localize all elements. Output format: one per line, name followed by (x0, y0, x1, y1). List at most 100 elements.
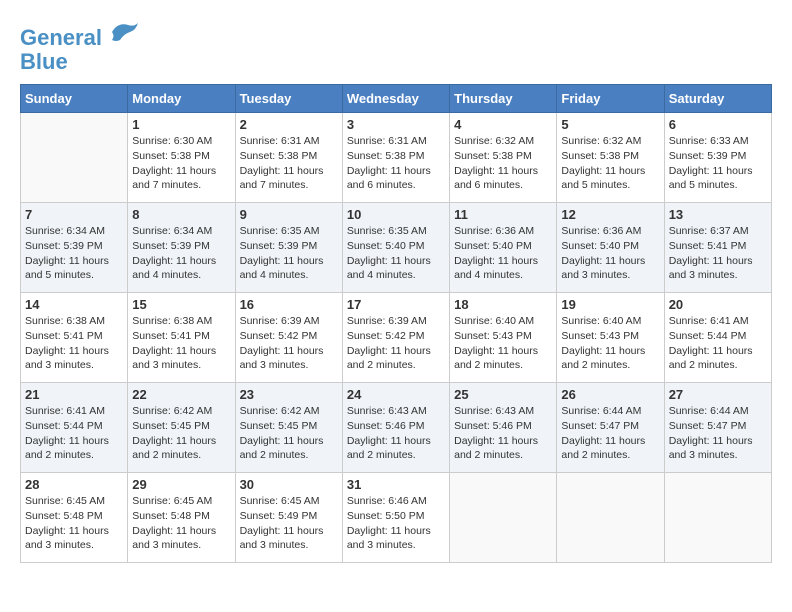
day-info: Sunrise: 6:46 AMSunset: 5:50 PMDaylight:… (347, 494, 445, 553)
calendar-cell: 14 Sunrise: 6:38 AMSunset: 5:41 PMDayligh… (21, 293, 128, 383)
weekday-header-friday: Friday (557, 85, 664, 113)
calendar-cell (450, 473, 557, 563)
calendar-week-1: 1 Sunrise: 6:30 AMSunset: 5:38 PMDaylight… (21, 113, 772, 203)
day-number: 1 (132, 117, 230, 132)
day-info: Sunrise: 6:38 AMSunset: 5:41 PMDaylight:… (25, 314, 123, 373)
day-number: 22 (132, 387, 230, 402)
weekday-header-row: SundayMondayTuesdayWednesdayThursdayFrid… (21, 85, 772, 113)
calendar-cell: 2 Sunrise: 6:31 AMSunset: 5:38 PMDaylight… (235, 113, 342, 203)
calendar-cell: 15 Sunrise: 6:38 AMSunset: 5:41 PMDayligh… (128, 293, 235, 383)
weekday-header-monday: Monday (128, 85, 235, 113)
calendar-cell: 7 Sunrise: 6:34 AMSunset: 5:39 PMDaylight… (21, 203, 128, 293)
day-number: 30 (240, 477, 338, 492)
day-info: Sunrise: 6:40 AMSunset: 5:43 PMDaylight:… (561, 314, 659, 373)
day-number: 8 (132, 207, 230, 222)
day-number: 26 (561, 387, 659, 402)
calendar-cell: 4 Sunrise: 6:32 AMSunset: 5:38 PMDaylight… (450, 113, 557, 203)
calendar-cell: 6 Sunrise: 6:33 AMSunset: 5:39 PMDaylight… (664, 113, 771, 203)
calendar-cell: 18Sunrise: 6:40 AMSunset: 5:43 PMDayligh… (450, 293, 557, 383)
calendar-cell (557, 473, 664, 563)
day-info: Sunrise: 6:45 AMSunset: 5:49 PMDaylight:… (240, 494, 338, 553)
day-info: Sunrise: 6:41 AMSunset: 5:44 PMDaylight:… (669, 314, 767, 373)
day-info: Sunrise: 6:43 AMSunset: 5:46 PMDaylight:… (454, 404, 552, 463)
day-info: Sunrise: 6:45 AMSunset: 5:48 PMDaylight:… (25, 494, 123, 553)
day-number: 31 (347, 477, 445, 492)
calendar-week-3: 14 Sunrise: 6:38 AMSunset: 5:41 PMDayligh… (21, 293, 772, 383)
weekday-header-thursday: Thursday (450, 85, 557, 113)
calendar-cell: 19 Sunrise: 6:40 AMSunset: 5:43 PMDayligh… (557, 293, 664, 383)
day-info: Sunrise: 6:45 AMSunset: 5:48 PMDaylight:… (132, 494, 230, 553)
day-number: 14 (25, 297, 123, 312)
day-info: Sunrise: 6:39 AMSunset: 5:42 PMDaylight:… (347, 314, 445, 373)
calendar-cell: 29 Sunrise: 6:45 AMSunset: 5:48 PMDayligh… (128, 473, 235, 563)
calendar-week-4: 21Sunrise: 6:41 AMSunset: 5:44 PMDayligh… (21, 383, 772, 473)
calendar-cell: 31 Sunrise: 6:46 AMSunset: 5:50 PMDayligh… (342, 473, 449, 563)
day-number: 20 (669, 297, 767, 312)
day-number: 19 (561, 297, 659, 312)
day-info: Sunrise: 6:43 AMSunset: 5:46 PMDaylight:… (347, 404, 445, 463)
calendar-cell (21, 113, 128, 203)
day-number: 9 (240, 207, 338, 222)
day-info: Sunrise: 6:35 AMSunset: 5:39 PMDaylight:… (240, 224, 338, 283)
day-number: 7 (25, 207, 123, 222)
day-number: 5 (561, 117, 659, 132)
day-info: Sunrise: 6:38 AMSunset: 5:41 PMDaylight:… (132, 314, 230, 373)
day-info: Sunrise: 6:44 AMSunset: 5:47 PMDaylight:… (561, 404, 659, 463)
day-info: Sunrise: 6:39 AMSunset: 5:42 PMDaylight:… (240, 314, 338, 373)
calendar-cell: 12 Sunrise: 6:36 AMSunset: 5:40 PMDayligh… (557, 203, 664, 293)
day-number: 3 (347, 117, 445, 132)
day-number: 23 (240, 387, 338, 402)
day-info: Sunrise: 6:36 AMSunset: 5:40 PMDaylight:… (561, 224, 659, 283)
day-number: 6 (669, 117, 767, 132)
calendar-cell: 13 Sunrise: 6:37 AMSunset: 5:41 PMDayligh… (664, 203, 771, 293)
logo-bird-icon (110, 20, 140, 45)
day-number: 18 (454, 297, 552, 312)
day-info: Sunrise: 6:42 AMSunset: 5:45 PMDaylight:… (132, 404, 230, 463)
calendar-cell: 20 Sunrise: 6:41 AMSunset: 5:44 PMDayligh… (664, 293, 771, 383)
day-info: Sunrise: 6:35 AMSunset: 5:40 PMDaylight:… (347, 224, 445, 283)
day-number: 10 (347, 207, 445, 222)
calendar-week-2: 7 Sunrise: 6:34 AMSunset: 5:39 PMDaylight… (21, 203, 772, 293)
calendar-cell: 26 Sunrise: 6:44 AMSunset: 5:47 PMDayligh… (557, 383, 664, 473)
calendar-cell: 11 Sunrise: 6:36 AMSunset: 5:40 PMDayligh… (450, 203, 557, 293)
day-number: 4 (454, 117, 552, 132)
calendar-table: SundayMondayTuesdayWednesdayThursdayFrid… (20, 84, 772, 563)
day-number: 2 (240, 117, 338, 132)
day-number: 17 (347, 297, 445, 312)
day-number: 24 (347, 387, 445, 402)
day-number: 25 (454, 387, 552, 402)
calendar-cell: 5 Sunrise: 6:32 AMSunset: 5:38 PMDaylight… (557, 113, 664, 203)
calendar-cell: 24 Sunrise: 6:43 AMSunset: 5:46 PMDayligh… (342, 383, 449, 473)
day-info: Sunrise: 6:36 AMSunset: 5:40 PMDaylight:… (454, 224, 552, 283)
calendar-cell: 16Sunrise: 6:39 AMSunset: 5:42 PMDayligh… (235, 293, 342, 383)
weekday-header-wednesday: Wednesday (342, 85, 449, 113)
day-info: Sunrise: 6:30 AMSunset: 5:38 PMDaylight:… (132, 134, 230, 193)
day-number: 12 (561, 207, 659, 222)
day-info: Sunrise: 6:32 AMSunset: 5:38 PMDaylight:… (454, 134, 552, 193)
calendar-cell: 21Sunrise: 6:41 AMSunset: 5:44 PMDayligh… (21, 383, 128, 473)
day-info: Sunrise: 6:34 AMSunset: 5:39 PMDaylight:… (25, 224, 123, 283)
logo-general: General (20, 25, 102, 50)
day-number: 21 (25, 387, 123, 402)
logo-text: General Blue (20, 20, 140, 74)
day-number: 13 (669, 207, 767, 222)
calendar-cell: 8Sunrise: 6:34 AMSunset: 5:39 PMDaylight… (128, 203, 235, 293)
logo-blue: Blue (20, 49, 68, 74)
calendar-cell: 9 Sunrise: 6:35 AMSunset: 5:39 PMDaylight… (235, 203, 342, 293)
weekday-header-tuesday: Tuesday (235, 85, 342, 113)
calendar-cell: 22 Sunrise: 6:42 AMSunset: 5:45 PMDayligh… (128, 383, 235, 473)
day-info: Sunrise: 6:31 AMSunset: 5:38 PMDaylight:… (240, 134, 338, 193)
day-number: 29 (132, 477, 230, 492)
day-number: 11 (454, 207, 552, 222)
day-info: Sunrise: 6:32 AMSunset: 5:38 PMDaylight:… (561, 134, 659, 193)
weekday-header-sunday: Sunday (21, 85, 128, 113)
day-number: 15 (132, 297, 230, 312)
calendar-cell: 27Sunrise: 6:44 AMSunset: 5:47 PMDayligh… (664, 383, 771, 473)
calendar-cell: 1 Sunrise: 6:30 AMSunset: 5:38 PMDaylight… (128, 113, 235, 203)
day-info: Sunrise: 6:37 AMSunset: 5:41 PMDaylight:… (669, 224, 767, 283)
day-info: Sunrise: 6:42 AMSunset: 5:45 PMDaylight:… (240, 404, 338, 463)
day-number: 28 (25, 477, 123, 492)
day-info: Sunrise: 6:33 AMSunset: 5:39 PMDaylight:… (669, 134, 767, 193)
calendar-cell: 30 Sunrise: 6:45 AMSunset: 5:49 PMDayligh… (235, 473, 342, 563)
weekday-header-saturday: Saturday (664, 85, 771, 113)
